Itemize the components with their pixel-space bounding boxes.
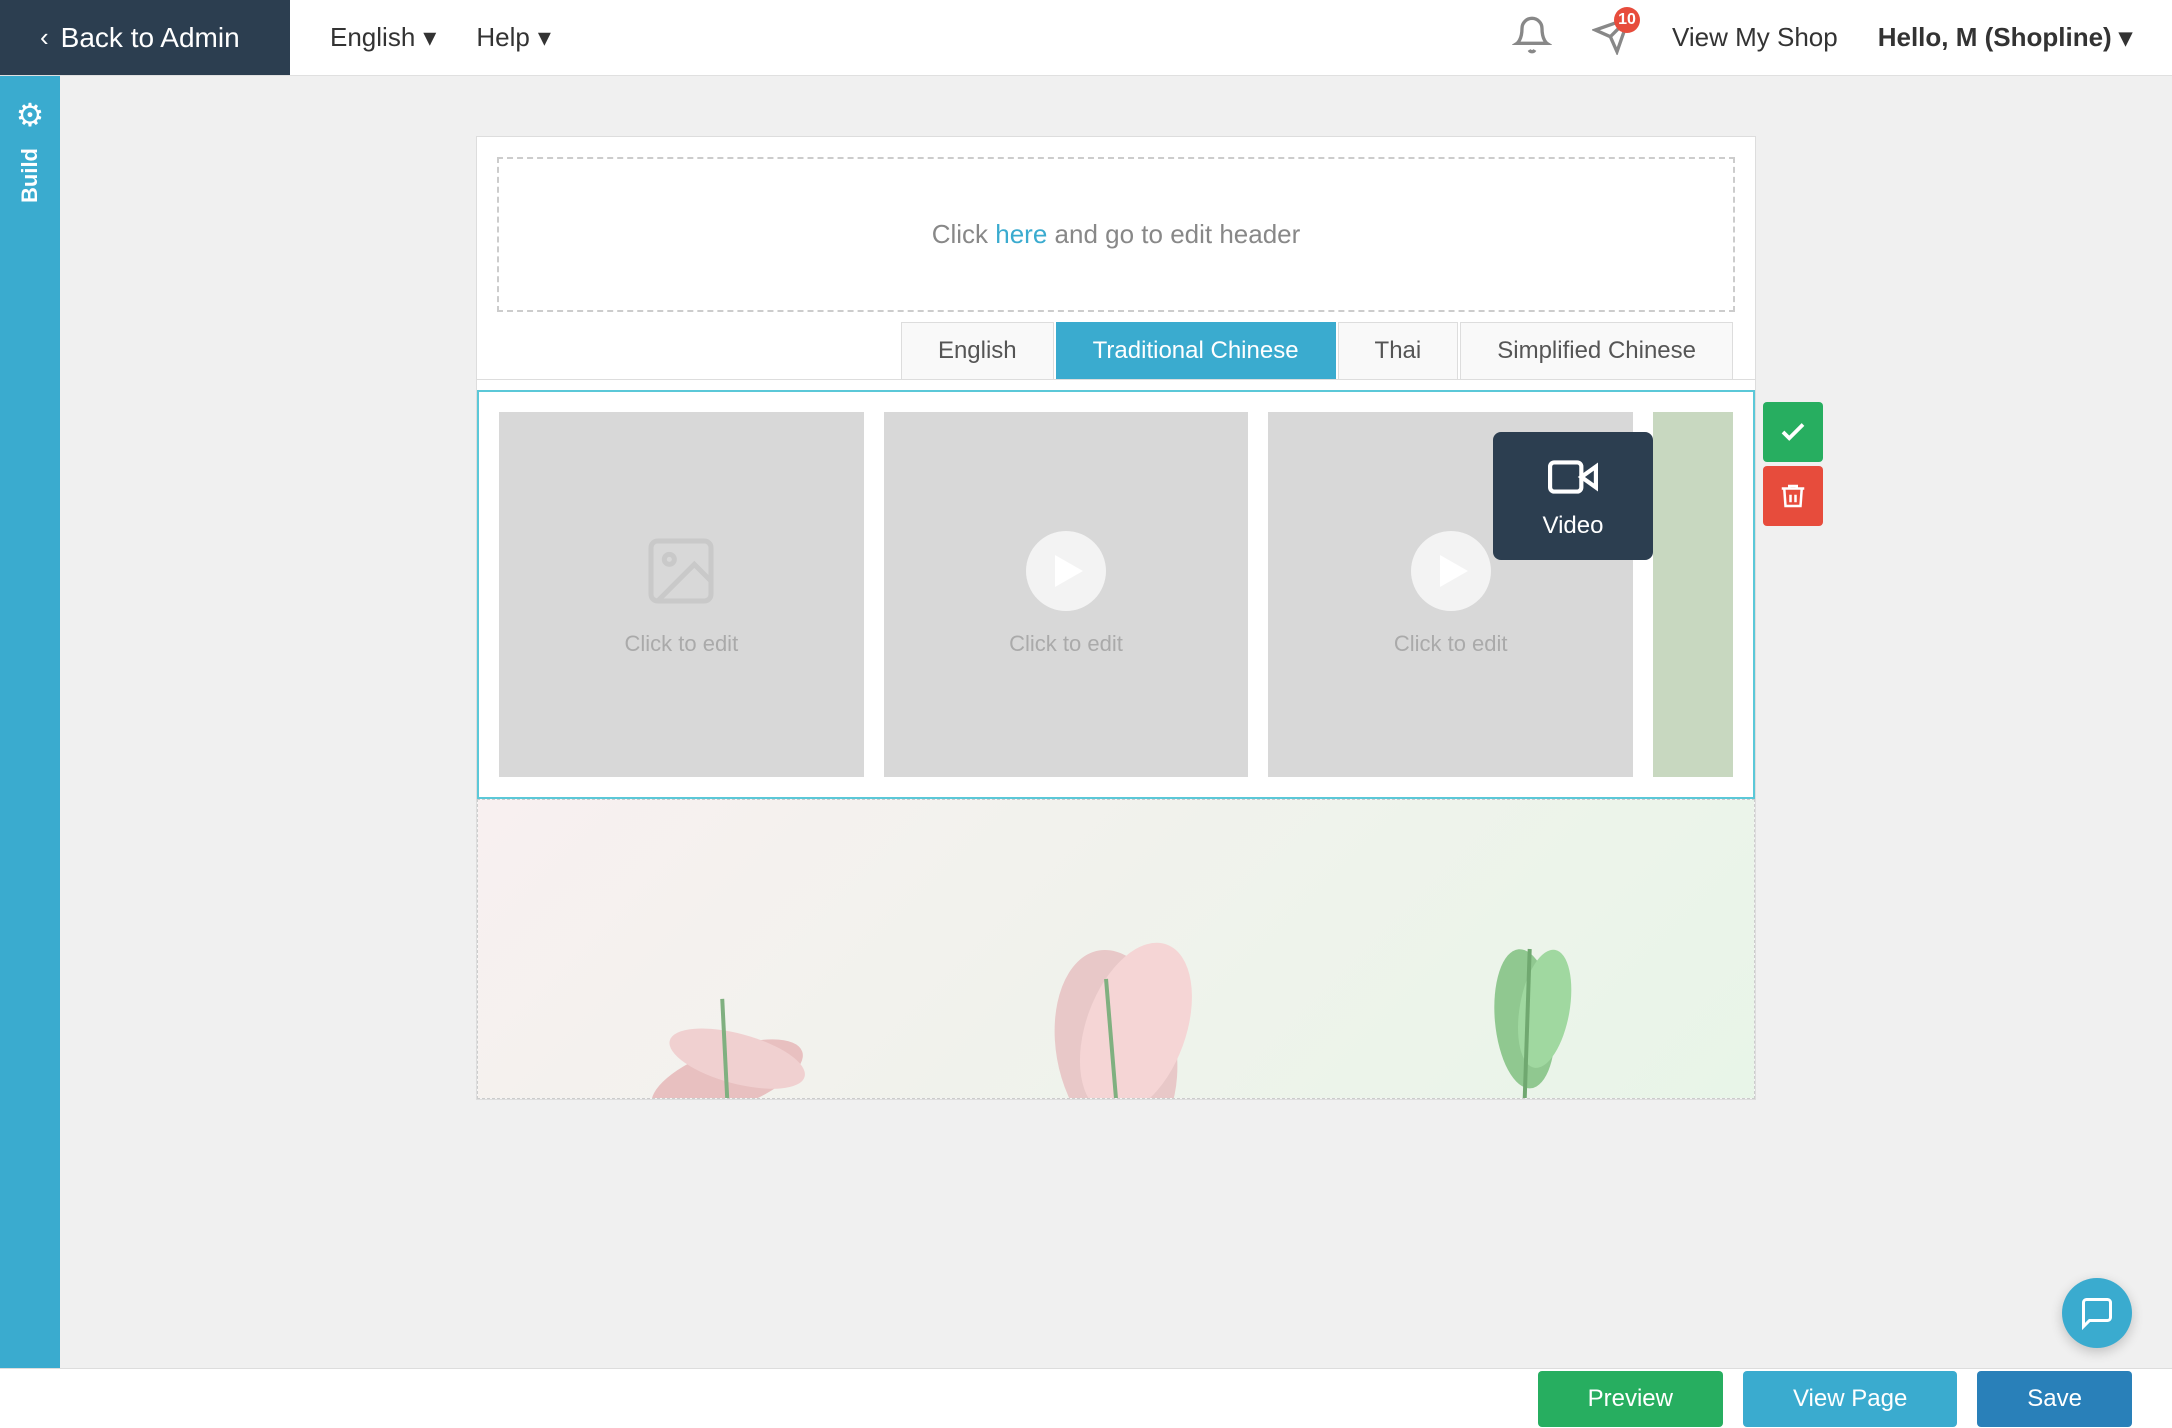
section-actions: [1763, 402, 1823, 526]
confirm-action-button[interactable]: [1763, 402, 1823, 462]
build-sidebar[interactable]: ⚙ Build: [0, 76, 60, 1368]
video-tooltip[interactable]: Video: [1493, 432, 1653, 560]
header-edit-section[interactable]: Click here and go to edit header: [497, 157, 1735, 312]
tab-traditional-chinese[interactable]: Traditional Chinese: [1056, 322, 1336, 379]
floral-background: [478, 800, 1754, 1098]
header-right: English ▾ Help ▾ 10 View My Shop Hello, …: [290, 15, 2172, 60]
media-item-video1-label: Click to edit: [1009, 631, 1123, 657]
app-header: ‹ Back to Admin English ▾ Help ▾ 10 View…: [0, 0, 2172, 76]
media-item-video-1[interactable]: Click to edit: [884, 412, 1249, 777]
save-button[interactable]: Save: [1977, 1371, 2132, 1427]
language-label: English: [330, 22, 415, 53]
back-to-admin-label: Back to Admin: [61, 22, 240, 54]
view-page-button[interactable]: View Page: [1743, 1371, 1957, 1427]
floral-svg: [478, 800, 1754, 1098]
language-dropdown[interactable]: English ▾: [330, 22, 436, 53]
build-icon: ⚙: [16, 96, 45, 134]
language-chevron-icon: ▾: [423, 22, 436, 53]
notification-bell-button[interactable]: [1512, 15, 1552, 60]
tab-thai[interactable]: Thai: [1338, 322, 1459, 379]
back-arrow-icon: ‹: [40, 22, 49, 53]
media-item-video2-label: Click to edit: [1394, 631, 1508, 657]
floral-image-section: [477, 799, 1755, 1099]
header-here-link[interactable]: here: [995, 219, 1047, 249]
header-text-after: and go to edit header: [1047, 219, 1300, 249]
green-sidebar: [1653, 412, 1733, 777]
language-tabs: English Traditional Chinese Thai Simplif…: [477, 322, 1755, 380]
back-to-admin-button[interactable]: ‹ Back to Admin: [0, 0, 290, 75]
notification-badge: 10: [1614, 7, 1640, 33]
hello-prefix: Hello,: [1878, 22, 1956, 52]
tab-simplified-chinese[interactable]: Simplified Chinese: [1460, 322, 1733, 379]
build-label: Build: [17, 148, 43, 203]
media-item-image[interactable]: Click to edit: [499, 412, 864, 777]
play-icon-2: [1411, 531, 1491, 611]
preview-button[interactable]: Preview: [1538, 1371, 1723, 1427]
main-content: ⚙ Build Click here and go to edit header…: [0, 76, 2172, 1368]
view-my-shop-button[interactable]: View My Shop: [1672, 22, 1838, 53]
help-chevron-icon: ▾: [538, 22, 551, 53]
username: M (Shopline): [1956, 22, 2112, 52]
tab-english[interactable]: English: [901, 322, 1054, 379]
media-item-image-label: Click to edit: [624, 631, 738, 657]
user-chevron-icon: ▾: [2112, 22, 2132, 52]
page-builder: Click here and go to edit header English…: [476, 136, 1756, 1100]
announcement-button[interactable]: 10: [1592, 15, 1632, 60]
help-dropdown[interactable]: Help ▾: [476, 22, 551, 53]
content-area: Click here and go to edit header English…: [60, 76, 2172, 1368]
delete-action-button[interactable]: [1763, 466, 1823, 526]
footer-bar: Preview View Page Save: [0, 1368, 2172, 1428]
user-menu[interactable]: Hello, M (Shopline) ▾: [1878, 22, 2132, 53]
video-tooltip-label: Video: [1543, 512, 1604, 540]
play-icon-1: [1026, 531, 1106, 611]
media-section: Click to edit Click to edit Click to edi…: [477, 390, 1755, 799]
help-label: Help: [476, 22, 529, 53]
chat-button[interactable]: [2062, 1278, 2132, 1348]
header-text-before: Click: [932, 219, 996, 249]
